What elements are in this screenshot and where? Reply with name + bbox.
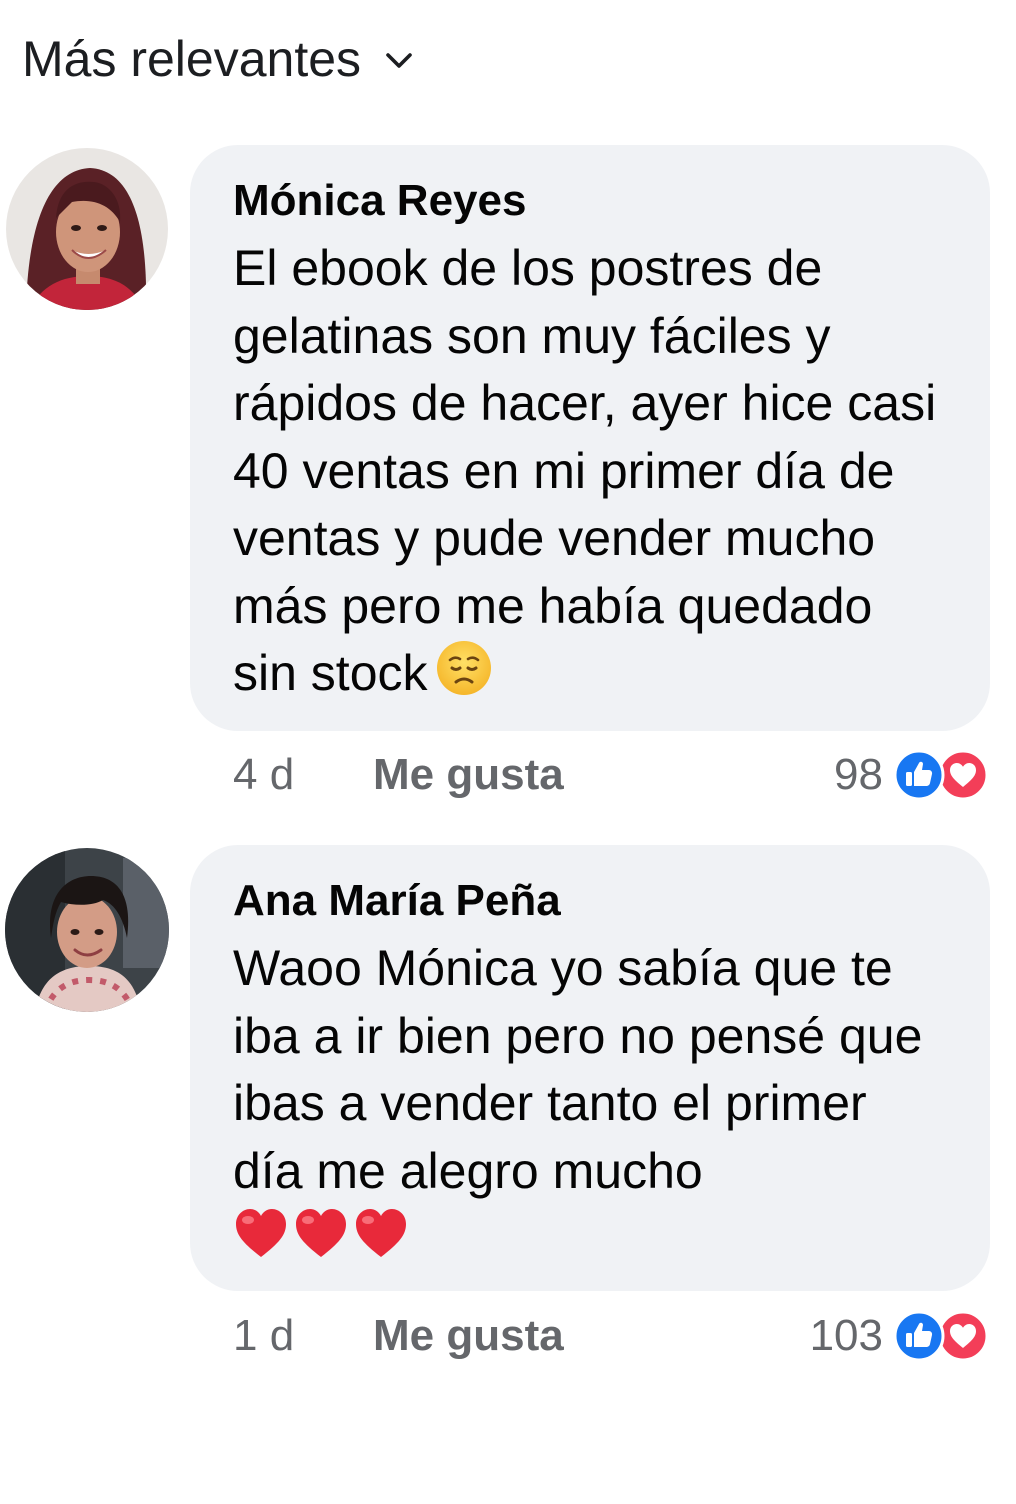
reaction-icons	[893, 1310, 991, 1362]
chevron-down-icon	[383, 45, 415, 77]
sort-label: Más relevantes	[22, 31, 362, 87]
avatar[interactable]	[6, 148, 168, 310]
reaction-summary[interactable]: 103	[810, 1310, 991, 1362]
sort-dropdown[interactable]: Más relevantes	[22, 28, 415, 90]
heart-emoji	[353, 1207, 409, 1277]
heart-emoji	[233, 1207, 289, 1277]
heart-emoji	[293, 1207, 349, 1277]
comment-timestamp[interactable]: 4 d	[233, 750, 373, 800]
reaction-count: 103	[809, 1311, 883, 1360]
comment-text-body: El ebook de los postres de gelatinas son…	[233, 240, 937, 701]
worried-face-emoji	[436, 640, 492, 714]
comment-timestamp[interactable]: 1 d	[233, 1311, 373, 1361]
comment-author[interactable]: Ana María Peña	[233, 873, 950, 929]
like-button[interactable]: Me gusta	[373, 1311, 564, 1361]
comment-text-body: Waoo Mónica yo sabía que te iba a ir bie…	[233, 940, 923, 1199]
comment-bubble: Ana María Peña Waoo Mónica yo sabía que …	[190, 845, 990, 1291]
comment-actions: 4 d Me gusta 98	[233, 745, 991, 805]
comment-actions: 1 d Me gusta 103	[233, 1306, 991, 1366]
reaction-icons	[893, 749, 991, 801]
avatar[interactable]	[5, 848, 169, 1012]
comment-bubble: Mónica Reyes El ebook de los postres de …	[190, 145, 990, 731]
comment-author[interactable]: Mónica Reyes	[233, 173, 950, 229]
comment-text: El ebook de los postres de gelatinas son…	[233, 235, 950, 714]
reaction-count: 98	[834, 750, 883, 799]
comment-text: Waoo Mónica yo sabía que te iba a ir bie…	[233, 935, 950, 1277]
like-icon	[893, 1310, 945, 1362]
reaction-summary[interactable]: 98	[834, 749, 991, 801]
like-icon	[893, 749, 945, 801]
like-button[interactable]: Me gusta	[373, 750, 564, 800]
